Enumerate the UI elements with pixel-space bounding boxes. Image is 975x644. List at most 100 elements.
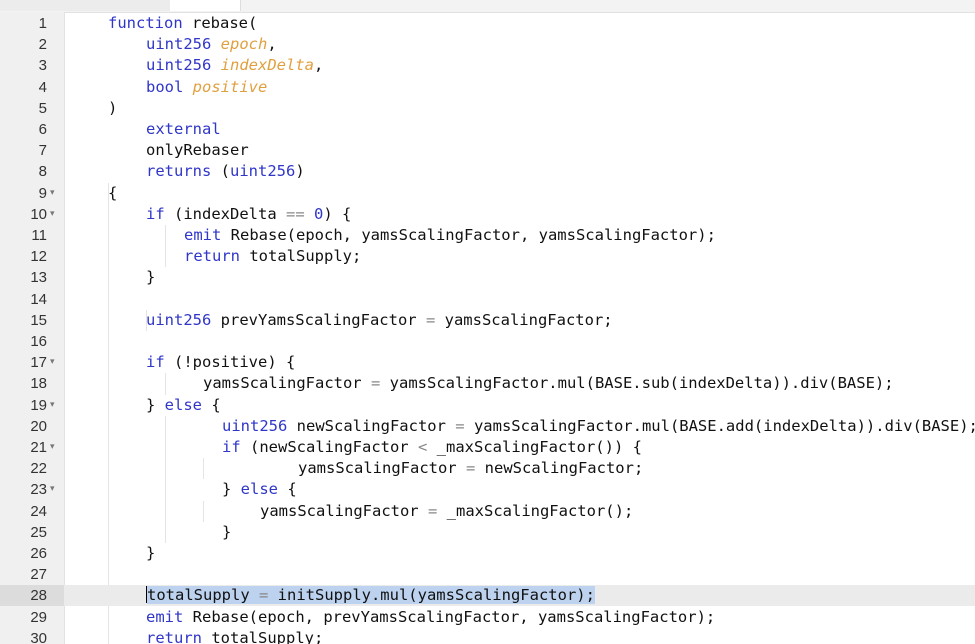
code-token: return <box>184 247 250 266</box>
line-number: 14 <box>30 290 47 308</box>
code-line[interactable]: 12 return totalSupply; <box>0 246 975 267</box>
line-number: 25 <box>30 523 47 541</box>
line-number: 29 <box>30 608 47 626</box>
fold-arrow-icon[interactable]: ▾ <box>50 479 62 500</box>
code-token: uint256 <box>230 162 296 181</box>
code-token: = <box>455 416 465 435</box>
fold-arrow-icon[interactable]: ▾ <box>50 352 62 373</box>
code-token: Rebase(epoch, prevYamsScalingFactor, yam… <box>192 607 716 626</box>
code-text: external <box>146 119 221 140</box>
line-number: 16 <box>30 333 47 350</box>
code-token: uint256 <box>146 56 221 75</box>
fold-arrow-icon[interactable]: ▾ <box>50 204 62 225</box>
code-line[interactable]: 2 uint256 epoch, <box>0 34 975 55</box>
editor-tab-active[interactable] <box>170 0 241 11</box>
line-number: 22 <box>30 460 47 478</box>
code-line[interactable]: 1 function rebase( <box>0 13 975 34</box>
code-text: emit Rebase(epoch, prevYamsScalingFactor… <box>146 607 715 628</box>
code-token: Rebase(epoch, yamsScalingFactor, yamsSca… <box>230 226 716 244</box>
code-token: = <box>425 310 436 329</box>
code-token: 0 <box>314 204 324 223</box>
code-line[interactable]: 22 yamsScalingFactor = newScalingFactor; <box>0 458 975 479</box>
code-line[interactable]: 26} <box>0 543 975 564</box>
code-line[interactable]: 11 emit Rebase(epoch, yamsScalingFactor, … <box>0 225 975 246</box>
code-token: , <box>267 35 277 54</box>
active-code-line[interactable]: 28 totalSupply = initSupply.mul(yamsScali… <box>0 585 975 607</box>
code-text: } <box>146 543 155 564</box>
fold-arrow-icon[interactable]: ▾ <box>50 395 62 416</box>
code-token: yamsScalingFactor <box>260 501 428 520</box>
code-line[interactable]: 9 ▾ { <box>0 183 975 204</box>
line-number: 27 <box>30 566 47 584</box>
tab-strip <box>0 0 975 13</box>
code-token: } <box>222 522 232 541</box>
line-number: 2 <box>38 36 47 54</box>
code-token: ) <box>108 98 118 117</box>
code-token: = <box>258 586 269 605</box>
code-line[interactable]: 5) <box>0 98 975 119</box>
code-line[interactable]: 4 bool positive <box>0 77 975 98</box>
code-text: uint256 indexDelta, <box>146 55 323 76</box>
line-number: 30 <box>30 629 47 644</box>
code-line[interactable]: 18 yamsScalingFactor = yamsScalingFactor.… <box>0 373 975 394</box>
code-line[interactable]: 23 ▾} else { <box>0 479 975 500</box>
line-number: 11 <box>31 227 47 244</box>
code-text: uint256 prevYamsScalingFactor = yamsScal… <box>146 310 613 331</box>
code-text: ) <box>108 98 117 119</box>
line-number: 9 <box>38 184 47 202</box>
code-text: if (indexDelta == 0) { <box>146 204 351 225</box>
code-line[interactable]: 7 onlyRebaser <box>0 140 975 161</box>
code-token: if <box>222 438 250 456</box>
code-text: uint256 newScalingFactor = yamsScalingFa… <box>222 416 975 437</box>
code-token: if <box>146 204 174 223</box>
code-line[interactable]: 25} <box>0 522 975 543</box>
code-line[interactable]: 6 external <box>0 119 975 140</box>
code-line[interactable]: 14 <box>0 289 975 310</box>
code-line[interactable]: 16 <box>0 331 975 352</box>
code-line[interactable]: 21 ▾ if (newScalingFactor < _maxScalingFac… <box>0 437 975 458</box>
code-line[interactable]: 17 ▾ if (!positive) { <box>0 352 975 373</box>
code-token: _maxScalingFactor(); <box>437 501 634 520</box>
line-number: 20 <box>30 417 47 435</box>
code-text: return totalSupply; <box>184 246 361 267</box>
code-token: , <box>313 56 324 75</box>
code-line[interactable]: 30 return totalSupply; <box>0 628 975 644</box>
code-line[interactable]: 10 ▾ if (indexDelta == 0) { <box>0 204 975 225</box>
fold-arrow-icon[interactable]: ▾ <box>50 183 62 204</box>
code-token: = <box>465 459 476 478</box>
code-token: yamsScalingFactor; <box>435 310 613 329</box>
line-number: 23 <box>30 481 47 499</box>
code-token: bool <box>146 77 193 96</box>
code-line[interactable]: 8 returns (uint256) <box>0 161 975 182</box>
code-token: < <box>417 438 428 456</box>
code-token: if <box>146 353 174 372</box>
code-line[interactable]: 15 uint256 prevYamsScalingFactor = yamsSc… <box>0 310 975 331</box>
code-line[interactable]: 20 uint256 newScalingFactor = yamsScaling… <box>0 416 975 437</box>
code-token: } <box>146 544 156 562</box>
line-number: 5 <box>38 99 47 117</box>
line-number: 18 <box>30 375 47 393</box>
code-token: else <box>240 480 278 499</box>
code-token: uint256 <box>146 310 221 329</box>
code-line[interactable]: 3 uint256 indexDelta, <box>0 55 975 76</box>
code-line[interactable]: 19 ▾} else { <box>0 395 975 416</box>
code-text: emit Rebase(epoch, yamsScalingFactor, ya… <box>184 225 716 246</box>
code-line[interactable]: 27 <box>0 564 975 585</box>
code-line[interactable]: 29 emit Rebase(epoch, prevYamsScalingFact… <box>0 607 975 628</box>
code-token: newScalingFactor; <box>475 459 644 478</box>
code-text: bool positive <box>146 77 267 98</box>
code-text: yamsScalingFactor = newScalingFactor; <box>298 458 643 479</box>
fold-arrow-icon[interactable]: ▾ <box>50 437 62 458</box>
code-token: ) <box>295 162 305 181</box>
code-token: prevYamsScalingFactor <box>220 310 426 329</box>
code-line[interactable]: 13} <box>0 267 975 288</box>
line-number: 19 <box>30 396 47 414</box>
editor-tab[interactable] <box>0 0 171 11</box>
line-number: 3 <box>38 57 47 75</box>
code-line[interactable]: 24 yamsScalingFactor = _maxScalingFactor(… <box>0 501 975 522</box>
code-editor[interactable]: 1 function rebase(2 uint256 epoch, 3 uint256… <box>0 13 975 644</box>
code-token: ( <box>220 162 230 181</box>
code-token: uint256 <box>222 416 297 435</box>
code-token: uint256 <box>146 35 221 54</box>
